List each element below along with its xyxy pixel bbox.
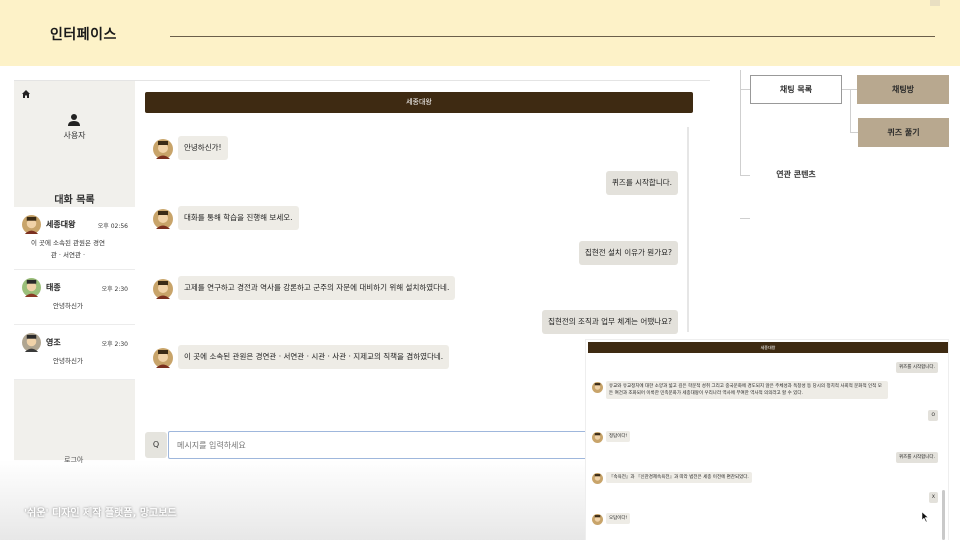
tree-connector	[740, 70, 741, 175]
search-button[interactable]: Q	[145, 432, 167, 458]
bot-message: 유교와 유교정치에 대한 소양과 넓고 깊은 학문적 성취 그리고 중국문화에 …	[606, 381, 888, 399]
quiz-screenshot-overlay: 세종대왕 퀴즈를 시작합니다. 유교와 유교정치에 대한 소양과 넓고 깊은 학…	[586, 340, 948, 540]
chat-item-preview: 안녕하신가	[53, 302, 83, 310]
user-icon[interactable]	[67, 113, 81, 127]
tree-connector	[740, 218, 750, 219]
chat-item-time: 오후 02:56	[97, 223, 128, 230]
overlay-scrollbar[interactable]	[942, 490, 945, 540]
tree-connector	[850, 89, 851, 132]
user-message: X	[928, 492, 938, 503]
avatar	[592, 514, 603, 525]
message-row: 집현전 설치 이유가 뭔가요?	[135, 241, 695, 267]
home-icon[interactable]	[21, 89, 31, 99]
avatar	[592, 473, 603, 484]
bot-message: 고제를 연구하고 경전과 역사를 강론하고 군주의 자문에 대비하기 위해 설치…	[178, 276, 456, 300]
bot-message: 정답이다!	[606, 431, 631, 442]
user-message: O	[928, 410, 938, 421]
chat-room-node: 채팅방	[857, 75, 949, 104]
message-input[interactable]	[168, 431, 598, 459]
avatar	[22, 333, 41, 352]
bottom-overlay	[0, 460, 590, 540]
user-message: 퀴즈를 시작합니다.	[896, 362, 938, 373]
avatar	[22, 278, 41, 297]
avatar	[153, 139, 173, 159]
related-content-node: 연관 콘텐츠	[750, 160, 842, 189]
page-title: 인터페이스	[50, 27, 117, 43]
user-message: 집현전의 조직과 업무 체계는 어땠나요?	[542, 310, 678, 334]
user-message: 집현전 설치 이유가 뭔가요?	[578, 241, 678, 265]
avatar	[153, 348, 173, 368]
avatar	[22, 215, 41, 234]
corner-decoration	[930, 0, 940, 6]
tree-connector	[740, 175, 750, 176]
header-divider	[170, 36, 935, 37]
page-header: 인터페이스	[0, 0, 960, 66]
message-row: 집현전의 조직과 업무 체계는 어땠나요?	[135, 310, 695, 336]
bot-message: 대화를 통해 학습을 진행해 보세오.	[178, 206, 299, 230]
message-row: 퀴즈를 시작합니다.	[135, 171, 695, 197]
avatar	[592, 382, 603, 393]
message-row: 안녕하신가!	[135, 136, 695, 162]
chat-list-item[interactable]: 태종 오후 2:30 안녕하신가	[14, 270, 135, 325]
bot-message: 안녕하신가!	[178, 136, 228, 160]
user-message: 퀴즈를 시작합니다.	[896, 452, 938, 463]
message-row: 고제를 연구하고 경전과 역사를 강론하고 군주의 자문에 대비하기 위해 설치…	[135, 276, 695, 302]
message-row: 대화를 통해 학습을 진행해 보세오.	[135, 206, 695, 232]
bot-message: 이 곳에 소속된 관원은 경연관 · 서연관 · 시관 · 사관 · 지제교의 …	[178, 345, 450, 369]
chat-list: 세종대왕 오후 02:56 이 곳에 소속된 관원은 경연관 · 서연관 · 태…	[14, 207, 135, 380]
sidebar: 사용자 대화 목록 세종대왕 오후 02:56 이 곳에 소속된 관원은 경연관…	[14, 81, 135, 461]
user-label: 사용자	[63, 131, 86, 140]
avatar	[153, 279, 173, 299]
avatar	[153, 209, 173, 229]
chat-item-preview: 이 곳에 소속된 관원은 경연관 · 서연관 ·	[30, 239, 106, 259]
chat-list-item[interactable]: 영조 오후 2:30 안녕하신가	[14, 325, 135, 380]
user-message: 퀴즈를 시작합니다.	[606, 171, 678, 195]
watermark-caption: '쉬운' 디자인 제작 플랫폼, 망고보드	[24, 508, 177, 519]
chatlist-title: 대화 목록	[54, 195, 95, 206]
chat-item-name: 태종	[46, 283, 61, 292]
bot-message: 오답이다!	[606, 513, 631, 524]
tree-connector	[850, 132, 858, 133]
tree-connector	[740, 89, 750, 90]
chat-list-item[interactable]: 세종대왕 오후 02:56 이 곳에 소속된 관원은 경연관 · 서연관 ·	[14, 207, 135, 270]
chat-item-time: 오후 2:30	[101, 341, 128, 348]
chat-item-time: 오후 2:30	[101, 286, 128, 293]
quiz-node: 퀴즈 풀기	[858, 118, 949, 147]
logout-label: 로그아	[64, 456, 84, 464]
chat-item-preview: 안녕하신가	[53, 357, 83, 365]
avatar	[592, 432, 603, 443]
conversation-title: 세종대왕	[145, 92, 693, 113]
mouse-cursor-icon	[922, 512, 929, 522]
overlay-title: 세종대왕	[588, 342, 948, 353]
chat-item-name: 영조	[46, 338, 61, 347]
flow-diagram: 채팅 목록 채팅방 퀴즈 풀기 연관 콘텐츠	[735, 70, 960, 240]
chat-item-name: 세종대왕	[46, 220, 76, 229]
chat-list-node: 채팅 목록	[750, 75, 842, 104]
bot-message: 『속육전』과 『신찬경제속육전』과 따라 법전은 세종 이전에 편찬되었다.	[606, 472, 752, 483]
